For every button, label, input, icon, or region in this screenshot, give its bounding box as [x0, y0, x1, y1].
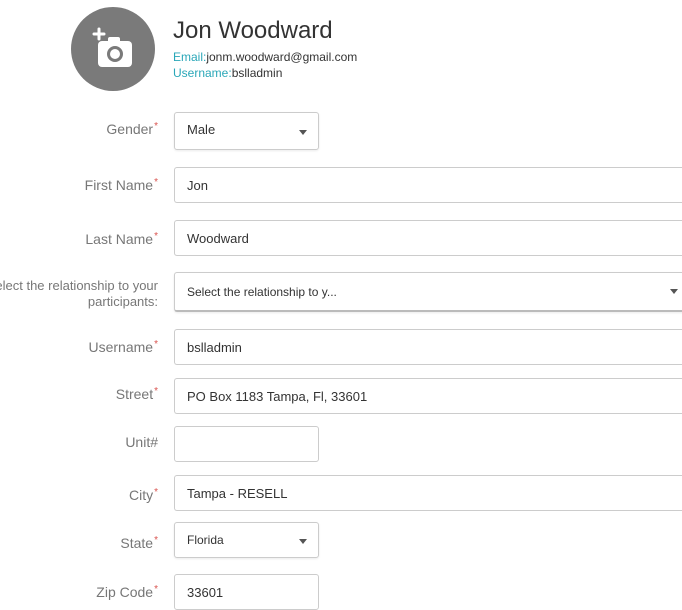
zip-value: 33601	[187, 584, 224, 600]
gender-select[interactable]: Male	[174, 112, 319, 150]
relationship-value: Select the relationship to y...	[187, 284, 337, 299]
username-field[interactable]: bslladmin	[174, 329, 682, 365]
city-value: Tampa - RESELL	[187, 485, 288, 501]
state-value: Florida	[187, 533, 224, 547]
first-name-field[interactable]: Jon	[174, 167, 682, 203]
username-label: Username*	[88, 339, 159, 355]
street-value: PO Box 1183 Tampa, Fl, 33601	[187, 388, 368, 404]
city-label: City*	[128, 487, 158, 503]
unit-field[interactable]	[174, 426, 319, 462]
username-value: bslladmin	[231, 66, 283, 80]
relationship-select[interactable]: Select the relationship to y...	[174, 272, 682, 312]
profile-email: Email:jonm.woodward@gmail.com	[173, 50, 357, 64]
username-label: Username:	[173, 66, 232, 80]
first-name-value: Jon	[187, 177, 208, 193]
email-value: jonm.woodward@gmail.com	[206, 50, 358, 64]
zip-field[interactable]: 33601	[174, 574, 319, 610]
state-select[interactable]: Florida	[174, 522, 319, 558]
last-name-label: Last Name*	[85, 231, 158, 247]
state-label: State*	[120, 535, 158, 551]
last-name-field[interactable]: Woodward	[174, 220, 682, 256]
add-photo-icon	[92, 27, 132, 67]
gender-value: Male	[187, 122, 216, 137]
profile-name: Jon Woodward	[173, 17, 333, 44]
gender-label: Gender*	[106, 121, 158, 137]
relationship-label: Select the relationship to your particip…	[0, 278, 158, 309]
chevron-down-icon	[299, 130, 307, 135]
username-value: bslladmin	[187, 339, 242, 355]
chevron-down-icon	[670, 289, 678, 294]
avatar[interactable]	[71, 7, 155, 91]
city-field[interactable]: Tampa - RESELL	[174, 475, 682, 511]
last-name-value: Woodward	[187, 230, 249, 246]
profile-username: Username:bslladmin	[173, 66, 282, 80]
unit-label: Unit#	[125, 434, 158, 450]
first-name-label: First Name*	[84, 177, 158, 193]
street-label: Street*	[115, 386, 158, 402]
email-label: Email:	[173, 50, 207, 64]
zip-label: Zip Code*	[96, 584, 158, 600]
street-field[interactable]: PO Box 1183 Tampa, Fl, 33601	[174, 378, 682, 414]
chevron-down-icon	[299, 539, 307, 544]
